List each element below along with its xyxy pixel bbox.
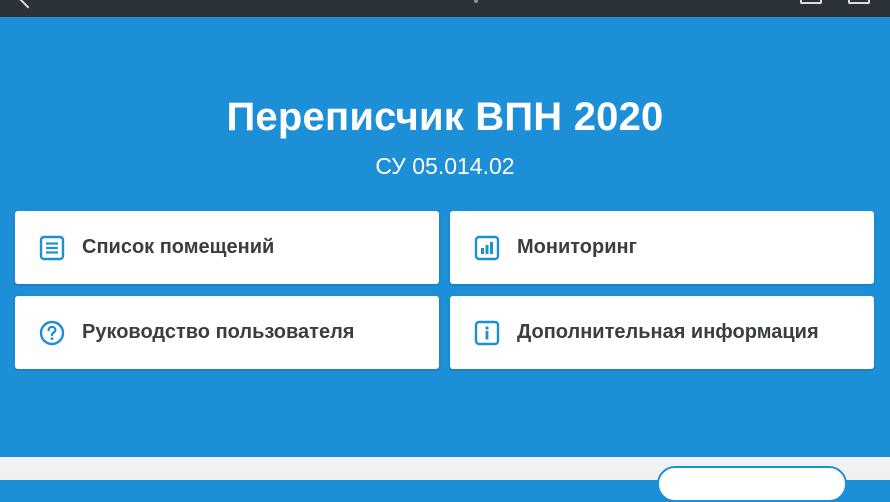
info-icon (474, 320, 500, 346)
footer-action-button[interactable] (657, 466, 847, 502)
bar-chart-icon (474, 235, 500, 261)
premises-list-label: Список помещений (82, 236, 275, 258)
additional-info-button[interactable]: Дополнительная информация (450, 296, 874, 369)
window-icon[interactable] (800, 0, 822, 4)
list-icon (39, 235, 65, 261)
status-indicator-icon (474, 0, 478, 3)
footer-bar (0, 457, 890, 502)
back-icon[interactable] (19, 0, 37, 9)
version-label: СУ 05.014.02 (375, 153, 515, 179)
help-icon (39, 320, 65, 346)
premises-list-button[interactable]: Список помещений (15, 211, 439, 284)
user-guide-label: Руководство пользователя (82, 321, 355, 343)
page-title: Переписчик ВПН 2020 (226, 95, 664, 139)
additional-info-label: Дополнительная информация (517, 321, 819, 343)
monitoring-label: Мониторинг (517, 236, 637, 258)
top-bar (0, 0, 890, 17)
user-guide-button[interactable]: Руководство пользователя (15, 296, 439, 369)
menu-icon[interactable] (848, 0, 870, 4)
monitoring-button[interactable]: Мониторинг (450, 211, 874, 284)
